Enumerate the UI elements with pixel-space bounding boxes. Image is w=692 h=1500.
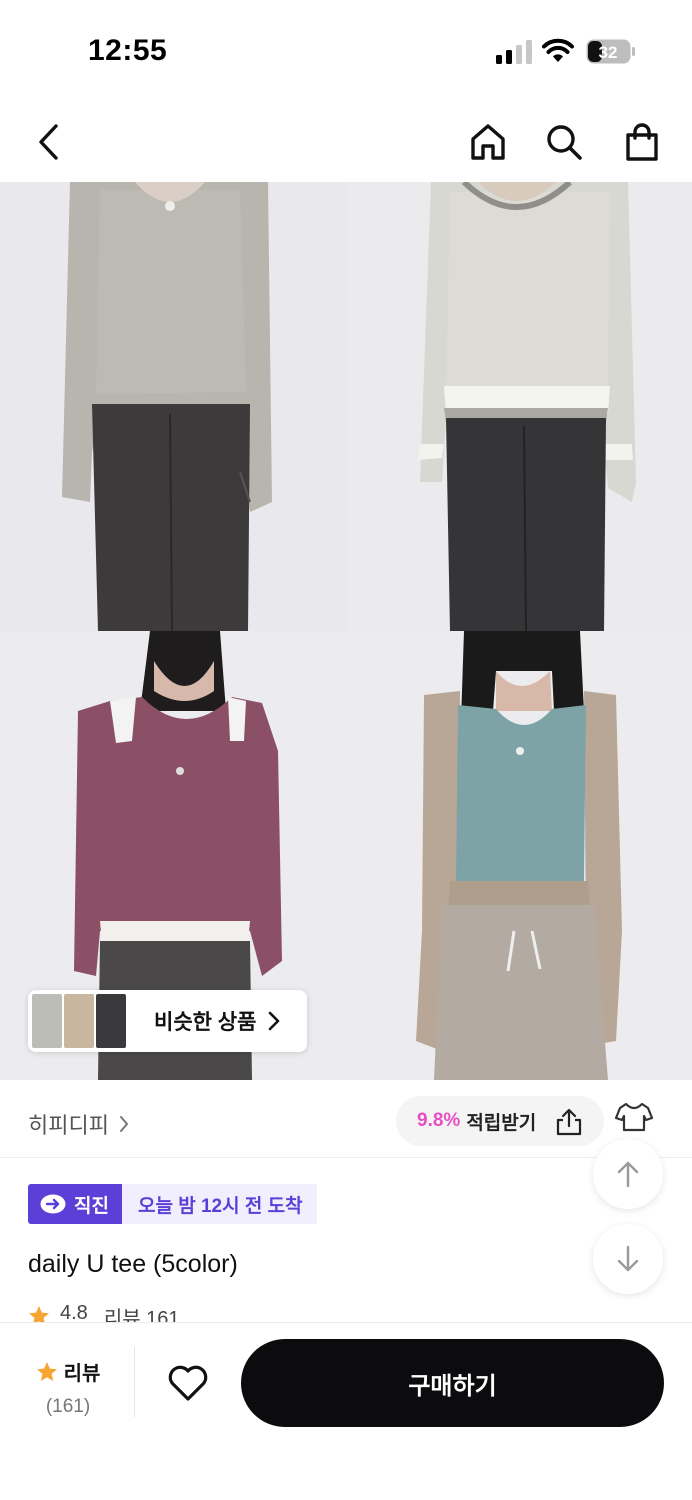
- home-icon: [471, 124, 505, 160]
- delivery-eta: 오늘 밤 12시 전 도착: [121, 1184, 317, 1224]
- divider: [134, 1347, 135, 1417]
- product-image-gallery[interactable]: [0, 182, 692, 1080]
- review-label: 리뷰: [63, 1363, 101, 1385]
- status-time: 12:55: [88, 34, 168, 67]
- buy-button[interactable]: 구매하기: [241, 1339, 664, 1427]
- chevron-right-icon: [119, 1116, 128, 1132]
- cellular-signal-icon: [496, 40, 532, 64]
- arrow-down-icon: [617, 1245, 639, 1272]
- wifi-icon: [542, 38, 574, 62]
- delivery-arrow-icon: [40, 1194, 66, 1214]
- store-row: 히피디피 9.8% 적립받기: [0, 1082, 692, 1158]
- similar-products-thumbnails: [32, 994, 128, 1048]
- review-count: (161): [45, 1396, 91, 1417]
- arrow-up-icon: [617, 1161, 639, 1188]
- search-button[interactable]: [542, 120, 586, 164]
- product-photo-blue[interactable]: [346, 631, 692, 1080]
- shopping-bag-icon: [626, 123, 658, 161]
- back-button[interactable]: [26, 120, 70, 164]
- store-name: 히피디피: [28, 1113, 109, 1138]
- reward-label: 적립받기: [466, 1112, 537, 1134]
- product-title: daily U tee (5color): [28, 1250, 238, 1278]
- home-button[interactable]: [466, 120, 510, 164]
- product-photo-white[interactable]: [346, 182, 692, 631]
- reward-button[interactable]: 9.8% 적립받기: [396, 1096, 604, 1146]
- hanger-fitting-icon[interactable]: [614, 1100, 654, 1136]
- direct-delivery-label: 직진: [74, 1195, 109, 1217]
- scroll-down-button[interactable]: [593, 1224, 663, 1294]
- review-button[interactable]: 리뷰 (161): [30, 1357, 106, 1418]
- cart-button[interactable]: [620, 120, 664, 164]
- battery-level: 32: [599, 43, 618, 62]
- store-link[interactable]: 히피디피: [28, 1108, 129, 1140]
- chevron-left-icon: [39, 124, 58, 160]
- share-icon[interactable]: [554, 1108, 584, 1136]
- search-icon: [547, 125, 582, 160]
- similar-products-label: 비슷한 상품: [154, 1011, 257, 1034]
- star-icon: [36, 1361, 57, 1381]
- bottom-action-bar: 리뷰 (161) 구매하기: [0, 1322, 692, 1500]
- similar-products-button[interactable]: 비슷한 상품: [28, 990, 307, 1052]
- scroll-up-button[interactable]: [593, 1139, 663, 1209]
- delivery-badge: 직진 오늘 밤 12시 전 도착: [28, 1184, 317, 1224]
- chevron-right-icon: [269, 1011, 280, 1031]
- direct-delivery-badge: 직진: [28, 1184, 122, 1224]
- top-nav: [0, 100, 692, 182]
- product-photo-gray[interactable]: [0, 182, 346, 631]
- reward-percent: 9.8%: [417, 1110, 461, 1131]
- battery-icon: 32: [586, 39, 636, 64]
- wishlist-button[interactable]: [164, 1361, 212, 1405]
- status-bar: 12:55 32: [0, 0, 692, 100]
- heart-icon: [168, 1365, 208, 1401]
